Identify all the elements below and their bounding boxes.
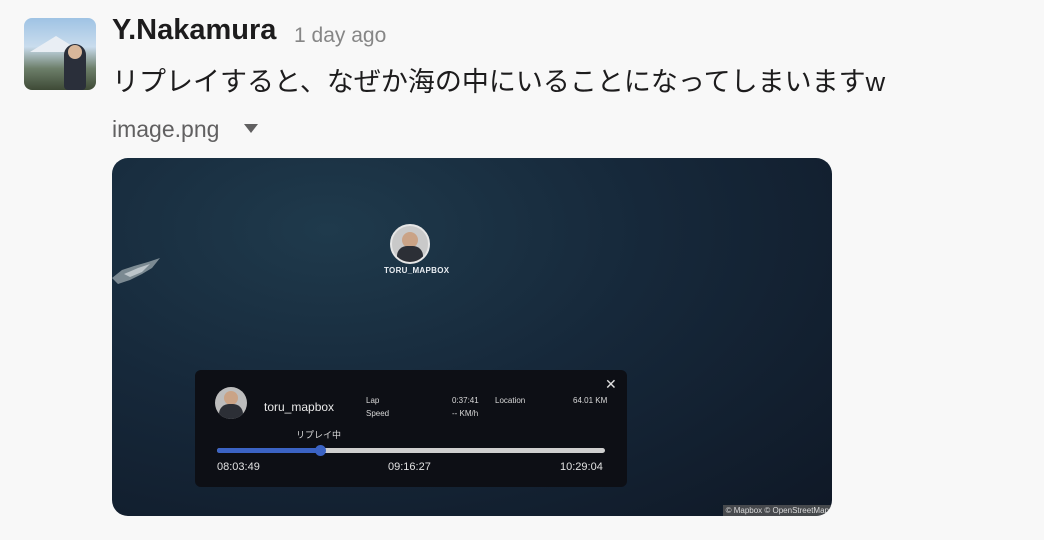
panel-avatar — [215, 387, 247, 419]
attachment-filename[interactable]: image.png — [112, 116, 219, 143]
panel-username: toru_mapbox — [264, 400, 335, 414]
lap-value: 0:37:41 — [452, 396, 479, 405]
message-text: リプレイすると、なぜか海の中にいることになってしまいますw — [112, 67, 886, 97]
location-label: Location — [495, 396, 526, 405]
face-graphic — [68, 45, 82, 59]
marker-label: TORU_MAPBOX — [384, 266, 450, 275]
attachment-toggle-caret-icon[interactable] — [244, 124, 258, 133]
message-author[interactable]: Y.Nakamura — [112, 14, 276, 47]
replay-progress-bar[interactable] — [217, 445, 605, 456]
close-icon[interactable]: ✕ — [605, 376, 617, 393]
location-value: 64.01 KM — [573, 396, 608, 405]
lap-label: Lap — [366, 396, 380, 405]
coastline-graphic — [112, 258, 160, 284]
start-time: 08:03:49 — [217, 461, 260, 473]
progress-handle[interactable] — [314, 445, 326, 456]
speed-label: Speed — [366, 409, 390, 418]
marker-avatar — [390, 224, 430, 264]
user-avatar[interactable] — [24, 18, 96, 90]
end-time: 10:29:04 — [560, 461, 603, 473]
replay-panel: toru_mapbox Lap 0:37:41 Location 64.01 K… — [195, 370, 627, 487]
map-attribution[interactable]: © Mapbox © OpenStreetMap — [722, 505, 832, 516]
map-user-marker[interactable]: TORU_MAPBOX — [384, 224, 450, 275]
replay-status: リプレイ中 — [296, 430, 342, 440]
image-attachment[interactable]: TORU_MAPBOX toru_mapbox Lap 0:37:41 Loca… — [112, 158, 832, 516]
current-time: 09:16:27 — [388, 461, 431, 473]
progress-fill — [217, 448, 320, 453]
message-timestamp[interactable]: 1 day ago — [294, 24, 386, 48]
speed-value: -- KM/h — [452, 409, 479, 418]
